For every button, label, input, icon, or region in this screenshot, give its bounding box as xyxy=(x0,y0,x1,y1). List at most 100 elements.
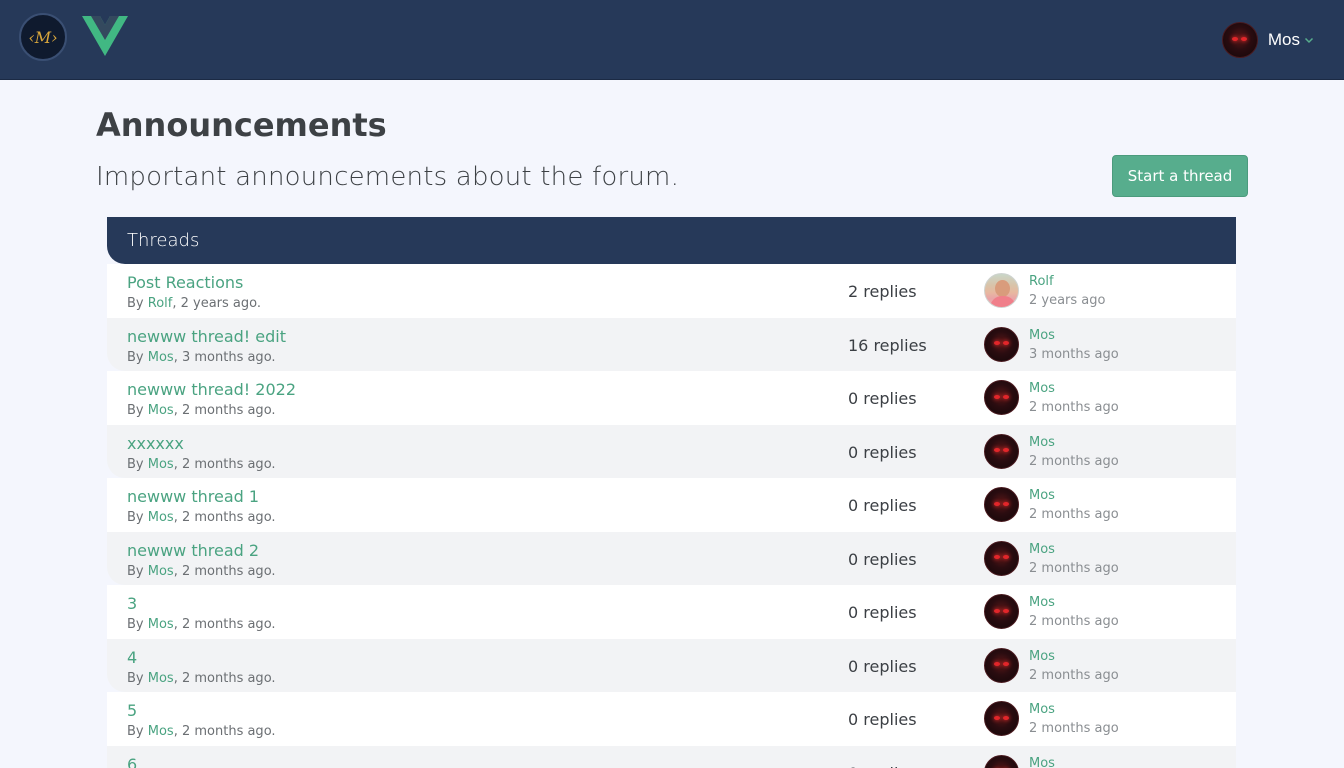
thread-meta: By Mos, 3 months ago. xyxy=(127,350,276,365)
thread-meta-time: , 2 years ago. xyxy=(172,296,261,311)
thread-meta: By Mos, 2 months ago. xyxy=(127,403,276,418)
thread-replies-count: 0 replies xyxy=(848,764,917,768)
last-reply-time: 2 months ago xyxy=(1029,507,1119,522)
thread-author-link[interactable]: Mos xyxy=(148,457,174,472)
thread-title-link[interactable]: xxxxxx xyxy=(127,434,184,453)
last-reply-time: 2 months ago xyxy=(1029,721,1119,736)
thread-row: 6 0 replies Mos xyxy=(107,745,1236,768)
last-reply-user-link[interactable]: Mos xyxy=(1029,328,1055,343)
thread-meta-time: , 2 months ago. xyxy=(173,403,276,418)
last-reply-user-link[interactable]: Mos xyxy=(1029,756,1055,768)
last-reply-avatar[interactable] xyxy=(984,487,1019,522)
thread-meta-time: , 2 months ago. xyxy=(173,670,276,686)
thread-author-link[interactable]: Rolf xyxy=(148,296,173,311)
avatar-mos xyxy=(984,594,1019,629)
user-name: Mos xyxy=(1267,30,1300,49)
last-reply-avatar[interactable] xyxy=(984,647,1019,683)
avatar-mos xyxy=(984,326,1019,362)
thread-title-link[interactable]: newww thread 2 xyxy=(127,541,259,560)
thread-meta-prefix: By xyxy=(127,724,148,739)
avatar-mos xyxy=(984,487,1019,522)
last-reply-user-link[interactable]: Rolf xyxy=(1029,274,1054,289)
start-thread-button[interactable]: Start a thread xyxy=(1112,155,1248,197)
last-reply-time: 2 years ago xyxy=(1029,293,1106,308)
thread-row: Post Reactions By Rolf, 2 years ago. 2 r… xyxy=(107,264,1236,318)
thread-title-link[interactable]: newww thread! edit xyxy=(127,327,286,346)
last-reply-user-link[interactable]: Mos xyxy=(1029,488,1055,503)
thread-meta-time: , 2 months ago. xyxy=(173,456,276,472)
thread-row: newww thread 2 By Mos, 2 months ago. 0 r… xyxy=(107,531,1236,585)
last-reply-user-link[interactable]: Mos xyxy=(1029,649,1055,664)
user-menu-toggle[interactable]: Mos xyxy=(1221,22,1314,58)
page-subtitle: Important announcements about the forum. xyxy=(96,162,680,192)
last-reply-avatar[interactable] xyxy=(984,326,1019,362)
thread-meta-prefix: By xyxy=(127,670,148,686)
thread-replies-count: 0 replies xyxy=(848,603,917,622)
thread-meta: By Mos, 2 months ago. xyxy=(127,457,276,472)
thread-row: 3 By Mos, 2 months ago. 0 replies Mos 2 … xyxy=(107,585,1236,639)
thread-replies-count: 2 replies xyxy=(848,282,917,301)
thread-row: newww thread! 2022 By Mos, 2 months ago.… xyxy=(107,371,1236,425)
thread-replies-count: 0 replies xyxy=(848,496,917,515)
thread-author-link[interactable]: Mos xyxy=(148,671,174,686)
thread-meta-prefix: By xyxy=(127,510,148,525)
avatar-mos xyxy=(984,433,1019,469)
last-reply-user-link[interactable]: Mos xyxy=(1029,435,1055,450)
thread-rows: Post Reactions By Rolf, 2 years ago. 2 r… xyxy=(107,264,1236,768)
user-avatar xyxy=(1221,22,1258,58)
thread-author-link[interactable]: Mos xyxy=(148,350,174,365)
thread-row: 5 By Mos, 2 months ago. 0 replies Mos 2 … xyxy=(107,692,1236,746)
avatar-rolf xyxy=(984,273,1019,308)
vue-logo-icon[interactable] xyxy=(82,16,128,56)
last-reply-time: 3 months ago xyxy=(1029,346,1119,362)
thread-author-link[interactable]: Mos xyxy=(148,724,174,739)
thread-row: newww thread! edit By Mos, 3 months ago.… xyxy=(107,317,1236,371)
last-reply-avatar[interactable] xyxy=(984,540,1019,576)
last-reply-avatar[interactable] xyxy=(984,701,1019,736)
last-reply-avatar[interactable] xyxy=(984,273,1019,308)
thread-title-link[interactable]: 4 xyxy=(127,648,137,667)
thread-meta-prefix: By xyxy=(127,456,148,472)
last-reply-user-link[interactable]: Mos xyxy=(1029,595,1055,610)
last-reply-user-link[interactable]: Mos xyxy=(1029,702,1055,717)
thread-title-link[interactable]: Post Reactions xyxy=(127,273,243,292)
thread-author-link[interactable]: Mos xyxy=(148,617,174,632)
thread-meta-prefix: By xyxy=(127,617,148,632)
thread-list-heading: Threads xyxy=(127,230,200,251)
thread-title-link[interactable]: 3 xyxy=(127,594,137,613)
avatar-mos xyxy=(984,754,1019,768)
thread-meta-time: , 2 months ago. xyxy=(173,563,276,579)
thread-replies-count: 0 replies xyxy=(848,442,917,462)
last-reply-user-link[interactable]: Mos xyxy=(1029,381,1055,396)
last-reply-avatar[interactable] xyxy=(984,433,1019,469)
thread-title-link[interactable]: newww thread 1 xyxy=(127,487,259,506)
avatar-mos xyxy=(984,540,1019,576)
thread-meta: By Rolf, 2 years ago. xyxy=(127,296,261,311)
thread-meta-prefix: By xyxy=(127,349,148,365)
thread-author-link[interactable]: Mos xyxy=(148,403,174,418)
thread-replies-count: 0 replies xyxy=(848,656,917,676)
thread-title-link[interactable]: 6 xyxy=(127,755,137,768)
thread-meta: By Mos, 2 months ago. xyxy=(127,724,276,739)
thread-meta-prefix: By xyxy=(127,403,148,418)
thread-author-link[interactable]: Mos xyxy=(148,564,174,579)
thread-meta: By Mos, 2 months ago. xyxy=(127,564,276,579)
thread-list: Threads Post Reactions By Rolf, 2 years … xyxy=(107,217,1236,768)
site-logo-text: ‹M› xyxy=(28,27,58,47)
thread-title-link[interactable]: newww thread! 2022 xyxy=(127,380,296,399)
thread-replies-count: 16 replies xyxy=(848,335,927,355)
last-reply-user-link[interactable]: Mos xyxy=(1029,542,1055,557)
thread-meta-time: , 3 months ago. xyxy=(173,349,276,365)
thread-meta-prefix: By xyxy=(127,296,148,311)
thread-title-link[interactable]: 5 xyxy=(127,701,137,720)
last-reply-avatar[interactable] xyxy=(984,380,1019,415)
site-logo[interactable]: ‹M› xyxy=(19,13,67,61)
thread-meta-prefix: By xyxy=(127,563,148,579)
thread-author-link[interactable]: Mos xyxy=(148,510,174,525)
thread-replies-count: 0 replies xyxy=(848,710,917,729)
thread-replies-count: 0 replies xyxy=(848,389,917,408)
last-reply-avatar[interactable] xyxy=(984,594,1019,629)
thread-replies-count: 0 replies xyxy=(848,549,917,569)
last-reply-time: 2 months ago xyxy=(1029,667,1119,683)
last-reply-avatar[interactable] xyxy=(984,754,1019,768)
